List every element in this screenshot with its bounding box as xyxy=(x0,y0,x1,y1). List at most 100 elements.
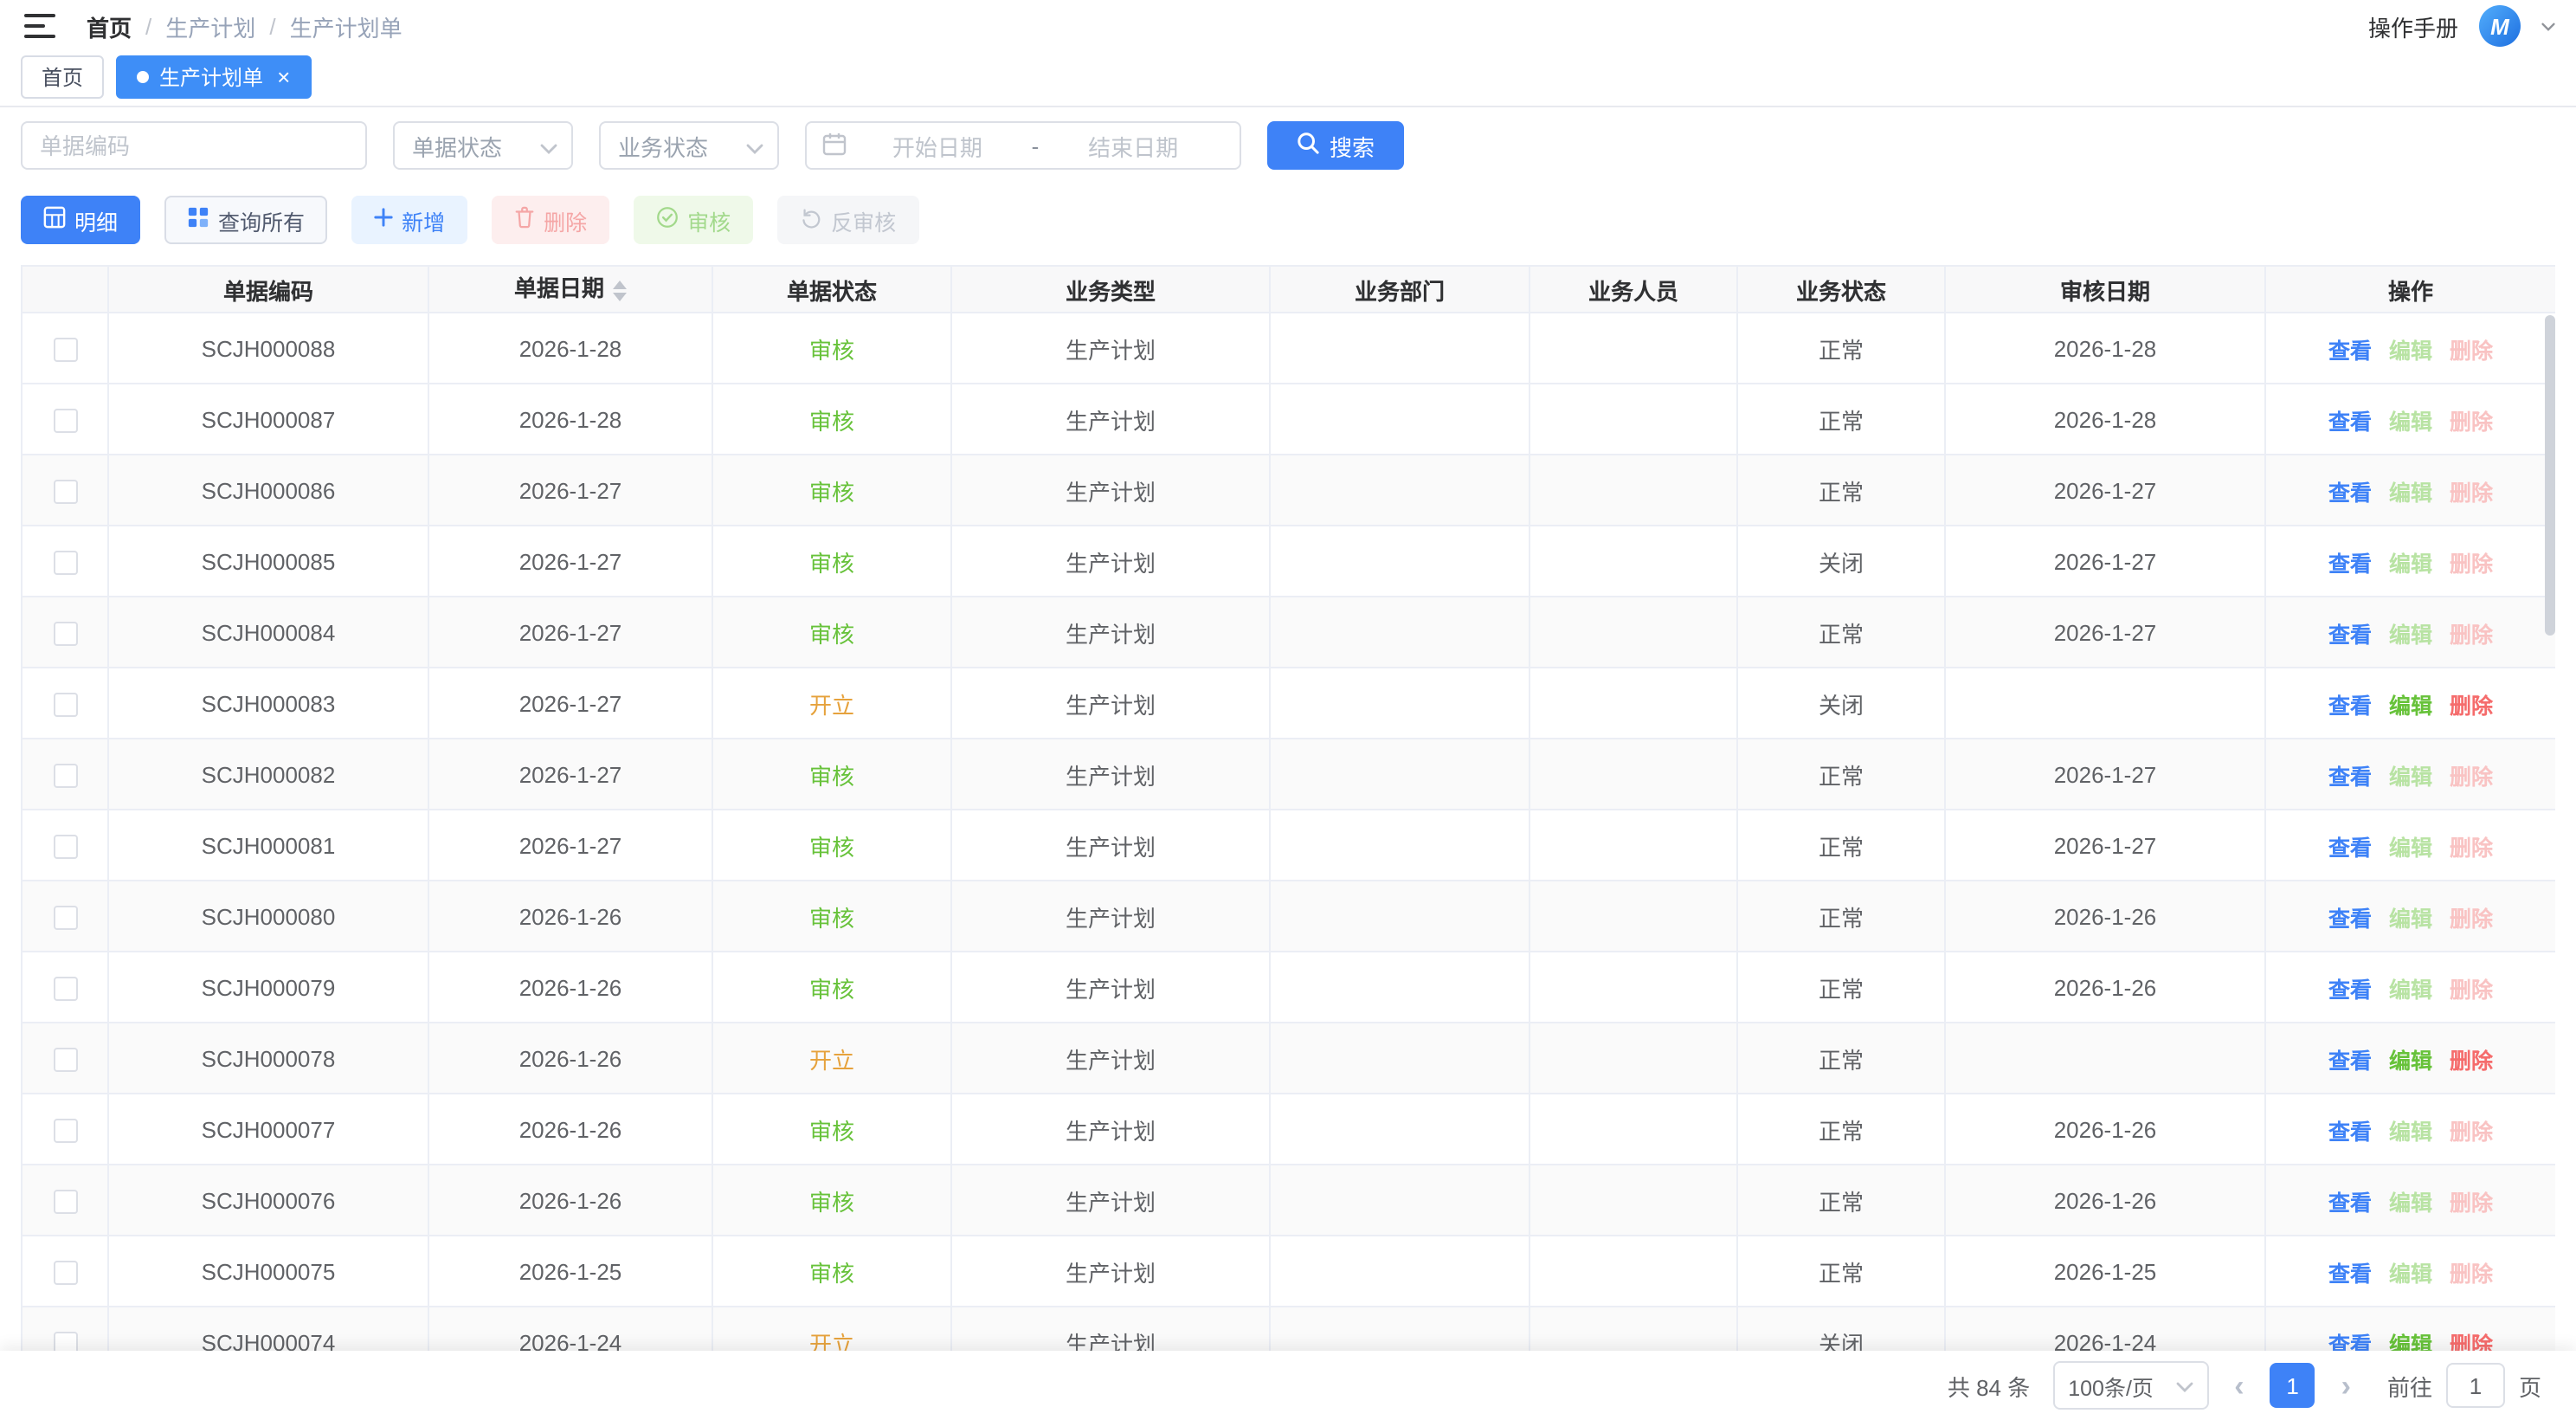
edit-link[interactable]: 编辑 xyxy=(2389,481,2432,505)
cell-audit-date: 2026-1-27 xyxy=(1945,455,2265,526)
chevron-down-icon[interactable] xyxy=(2541,22,2555,30)
current-page-button[interactable]: 1 xyxy=(2270,1363,2315,1408)
page-size-select[interactable]: 100条/页 xyxy=(2052,1361,2208,1410)
delete-link[interactable]: 删除 xyxy=(2450,978,2493,1002)
row-checkbox[interactable] xyxy=(53,1048,77,1072)
view-link[interactable]: 查看 xyxy=(2328,1049,2372,1073)
doc-code-input[interactable] xyxy=(21,121,367,170)
cell-doc-date: 2026-1-26 xyxy=(428,1023,712,1094)
query-all-button[interactable]: 查询所有 xyxy=(164,196,327,244)
view-link[interactable]: 查看 xyxy=(2328,1191,2372,1215)
edit-link[interactable]: 编辑 xyxy=(2389,1262,2432,1286)
table-row: SCJH0000772026-1-26审核生产计划正常2026-1-26查看编辑… xyxy=(22,1094,2555,1165)
delete-link[interactable]: 删除 xyxy=(2450,1333,2493,1351)
edit-link[interactable]: 编辑 xyxy=(2389,907,2432,931)
view-link[interactable]: 查看 xyxy=(2328,1120,2372,1144)
breadcrumb-home[interactable]: 首页 xyxy=(87,10,132,42)
vertical-scrollbar-thumb[interactable] xyxy=(2545,315,2555,636)
view-link[interactable]: 查看 xyxy=(2328,907,2372,931)
row-checkbox[interactable] xyxy=(53,835,77,859)
prev-page-icon[interactable]: ‹ xyxy=(2231,1371,2247,1400)
next-page-icon[interactable]: › xyxy=(2338,1371,2354,1400)
view-link[interactable]: 查看 xyxy=(2328,339,2372,363)
pagination-bar: 共 84 条 100条/页 ‹ 1 › 前往 页 xyxy=(0,1351,2576,1420)
view-link[interactable]: 查看 xyxy=(2328,1333,2372,1351)
row-checkbox[interactable] xyxy=(53,764,77,788)
delete-link[interactable]: 删除 xyxy=(2450,623,2493,647)
delete-link[interactable]: 删除 xyxy=(2450,1262,2493,1286)
delete-link[interactable]: 删除 xyxy=(2450,1191,2493,1215)
view-link[interactable]: 查看 xyxy=(2328,481,2372,505)
row-checkbox[interactable] xyxy=(53,409,77,433)
edit-link[interactable]: 编辑 xyxy=(2389,1333,2432,1351)
delete-link[interactable]: 删除 xyxy=(2450,1049,2493,1073)
edit-link[interactable]: 编辑 xyxy=(2389,1120,2432,1144)
edit-link[interactable]: 编辑 xyxy=(2389,410,2432,434)
delete-button[interactable]: 删除 xyxy=(492,196,609,244)
edit-link[interactable]: 编辑 xyxy=(2389,765,2432,789)
delete-link[interactable]: 删除 xyxy=(2450,410,2493,434)
breadcrumb-production-plan-order[interactable]: 生产计划单 xyxy=(290,10,402,42)
view-link[interactable]: 查看 xyxy=(2328,765,2372,789)
edit-link[interactable]: 编辑 xyxy=(2389,552,2432,576)
row-checkbox[interactable] xyxy=(53,906,77,930)
row-checkbox[interactable] xyxy=(53,480,77,504)
audit-button[interactable]: 审核 xyxy=(634,196,753,244)
tab-production-plan-order[interactable]: 生产计划单 × xyxy=(116,55,311,99)
avatar[interactable]: M xyxy=(2479,5,2521,47)
goto-page-input[interactable] xyxy=(2446,1363,2505,1408)
edit-link[interactable]: 编辑 xyxy=(2389,978,2432,1002)
row-checkbox[interactable] xyxy=(53,1261,77,1285)
search-button[interactable]: 搜索 xyxy=(1267,121,1404,170)
row-checkbox[interactable] xyxy=(53,1332,77,1351)
column-header[interactable]: 单据日期 xyxy=(428,266,712,313)
table-row: SCJH0000852026-1-27审核生产计划关闭2026-1-27查看编辑… xyxy=(22,526,2555,597)
manual-link[interactable]: 操作手册 xyxy=(2368,10,2458,42)
edit-link[interactable]: 编辑 xyxy=(2389,1191,2432,1215)
edit-link[interactable]: 编辑 xyxy=(2389,1049,2432,1073)
close-icon[interactable]: × xyxy=(277,66,290,88)
delete-link[interactable]: 删除 xyxy=(2450,836,2493,860)
row-checkbox[interactable] xyxy=(53,693,77,717)
detail-button[interactable]: 明细 xyxy=(21,196,140,244)
delete-link[interactable]: 删除 xyxy=(2450,552,2493,576)
view-link[interactable]: 查看 xyxy=(2328,410,2372,434)
view-link[interactable]: 查看 xyxy=(2328,694,2372,718)
date-range-picker[interactable]: 开始日期 - 结束日期 xyxy=(805,121,1241,170)
tab-bar: 首页 生产计划单 × xyxy=(0,48,2576,107)
tab-home[interactable]: 首页 xyxy=(21,55,104,99)
view-link[interactable]: 查看 xyxy=(2328,623,2372,647)
add-button[interactable]: 新增 xyxy=(351,196,467,244)
edit-link[interactable]: 编辑 xyxy=(2389,836,2432,860)
breadcrumb-production-plan[interactable]: 生产计划 xyxy=(165,10,255,42)
row-checkbox[interactable] xyxy=(53,622,77,646)
menu-fold-icon[interactable] xyxy=(21,10,59,42)
view-link[interactable]: 查看 xyxy=(2328,1262,2372,1286)
biz-status-select[interactable]: 业务状态 xyxy=(599,121,779,170)
delete-link[interactable]: 删除 xyxy=(2450,1120,2493,1144)
unaudit-button[interactable]: 反审核 xyxy=(777,196,918,244)
view-link[interactable]: 查看 xyxy=(2328,552,2372,576)
doc-status-select[interactable]: 单据状态 xyxy=(393,121,573,170)
row-checkbox[interactable] xyxy=(53,977,77,1001)
row-checkbox[interactable] xyxy=(53,1119,77,1143)
edit-link[interactable]: 编辑 xyxy=(2389,623,2432,647)
delete-link[interactable]: 删除 xyxy=(2450,481,2493,505)
view-link[interactable]: 查看 xyxy=(2328,978,2372,1002)
delete-link[interactable]: 删除 xyxy=(2450,907,2493,931)
edit-link[interactable]: 编辑 xyxy=(2389,694,2432,718)
view-link[interactable]: 查看 xyxy=(2328,836,2372,860)
delete-link[interactable]: 删除 xyxy=(2450,339,2493,363)
row-checkbox[interactable] xyxy=(53,1190,77,1214)
cell-doc-status: 审核 xyxy=(712,526,951,597)
delete-link[interactable]: 删除 xyxy=(2450,694,2493,718)
column-header: 审核日期 xyxy=(1945,266,2265,313)
edit-link[interactable]: 编辑 xyxy=(2389,339,2432,363)
cell-biz-type: 生产计划 xyxy=(951,597,1270,668)
column-header: 单据状态 xyxy=(712,266,951,313)
cell-biz-type: 生产计划 xyxy=(951,1165,1270,1236)
delete-link[interactable]: 删除 xyxy=(2450,765,2493,789)
row-checkbox[interactable] xyxy=(53,338,77,362)
row-checkbox[interactable] xyxy=(53,551,77,575)
sort-caret-icon[interactable] xyxy=(613,274,627,308)
